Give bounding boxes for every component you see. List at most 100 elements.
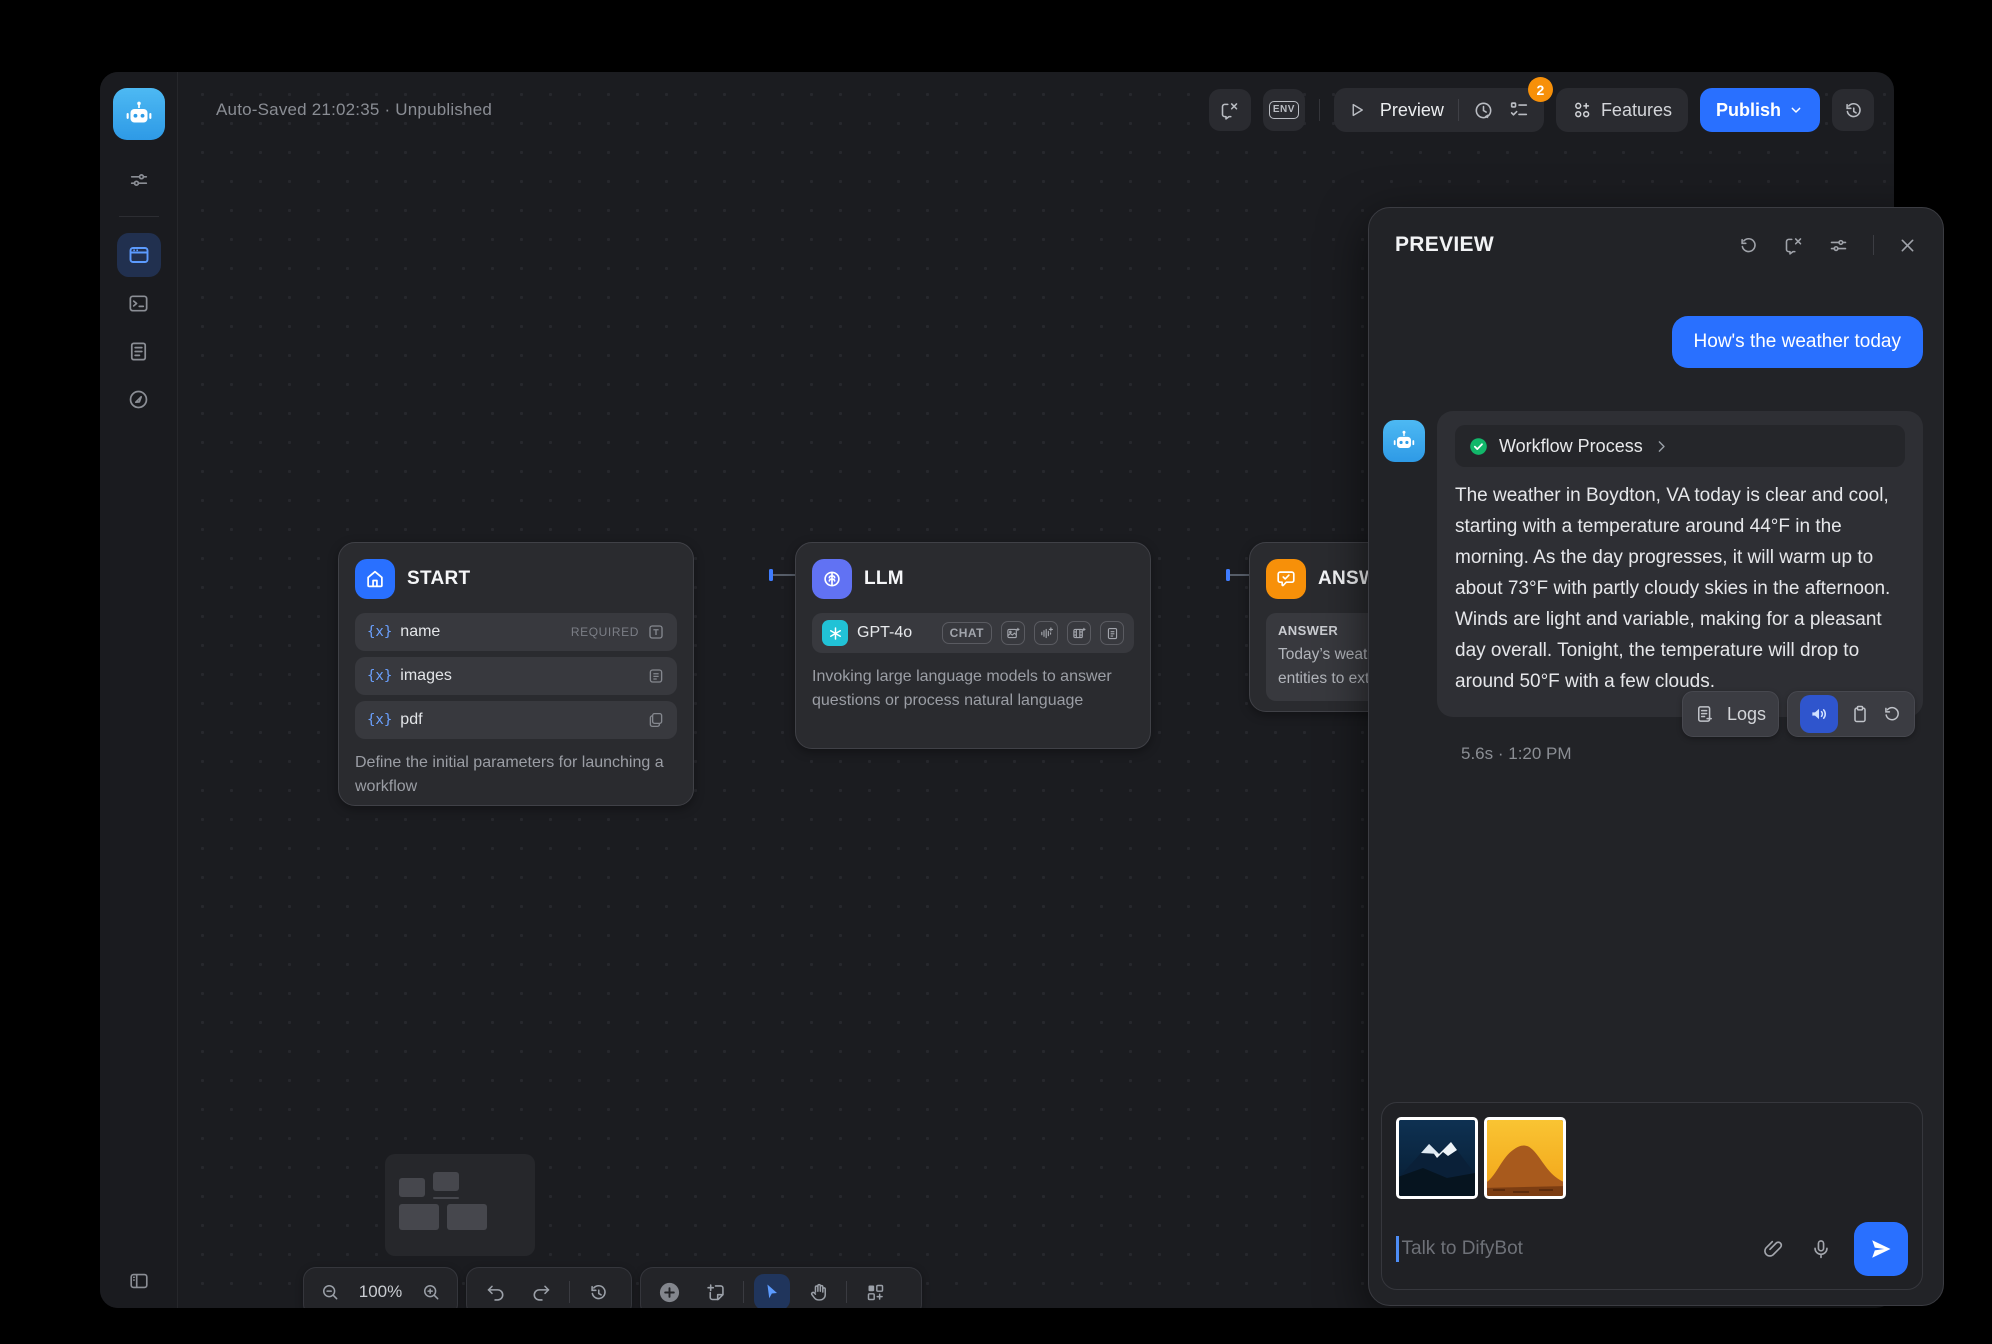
features-button[interactable]: Features — [1556, 88, 1688, 132]
clear-chat-icon[interactable] — [1783, 235, 1804, 256]
file-list-icon — [647, 667, 665, 685]
checklist-icon[interactable] — [1508, 99, 1530, 121]
zoom-in-button[interactable] — [415, 1274, 448, 1308]
start-var-name[interactable]: {x} name REQUIRED — [355, 613, 677, 651]
pointer-mode-button[interactable] — [754, 1274, 790, 1308]
history-toolbar — [466, 1267, 632, 1308]
chat-input-box[interactable]: Talk to DifyBot — [1381, 1102, 1923, 1290]
logs-button[interactable]: Logs — [1682, 691, 1779, 737]
checklist-count-badge: 2 — [1528, 77, 1553, 102]
bot-message-text: The weather in Boydton, VA today is clea… — [1455, 480, 1905, 697]
user-message-bubble: How's the weather today — [1672, 316, 1923, 368]
redo-button[interactable] — [523, 1274, 559, 1308]
orchestrate-settings-icon[interactable] — [117, 158, 161, 202]
model-selector[interactable]: GPT-4o CHAT — [812, 613, 1134, 653]
chat-input-row: Talk to DifyBot — [1396, 1221, 1908, 1277]
edit-toolbar — [640, 1267, 922, 1308]
video-capability-icon — [1067, 621, 1091, 645]
document-capability-icon — [1100, 621, 1124, 645]
variable-token: {x} — [367, 712, 392, 728]
app-logo-bot-avatar[interactable] — [113, 88, 165, 140]
environment-variables-button[interactable]: ENV — [1263, 89, 1305, 131]
attachment-mountain-sunset[interactable] — [1484, 1117, 1566, 1199]
conversation-settings-icon[interactable] — [1828, 235, 1849, 256]
chat-mode-badge: CHAT — [942, 622, 992, 644]
chevron-right-icon — [1653, 438, 1670, 455]
model-name: GPT-4o — [857, 624, 912, 642]
add-note-button[interactable] — [697, 1274, 733, 1308]
attach-file-icon[interactable] — [1762, 1238, 1784, 1260]
answer-bubble-icon — [1266, 559, 1306, 599]
success-check-icon — [1468, 436, 1489, 457]
text-field-icon — [647, 623, 665, 641]
undo-button[interactable] — [477, 1274, 513, 1308]
variable-token: {x} — [367, 624, 392, 640]
node-start-description: Define the initial parameters for launch… — [355, 751, 677, 799]
bot-avatar — [1383, 420, 1425, 462]
sidebar-item-monitoring[interactable] — [117, 377, 161, 421]
chevron-down-icon — [1788, 102, 1804, 118]
zoom-toolbar: 100% — [303, 1267, 458, 1308]
chat-input-placeholder[interactable]: Talk to DifyBot — [1402, 1238, 1523, 1260]
start-var-pdf[interactable]: {x} pdf — [355, 701, 677, 739]
publish-button[interactable]: Publish — [1700, 88, 1820, 132]
message-meta: 5.6s · 1:20 PM — [1461, 744, 1572, 764]
zoom-out-button[interactable] — [314, 1274, 347, 1308]
env-icon: ENV — [1269, 101, 1299, 119]
microphone-icon[interactable] — [1810, 1238, 1832, 1260]
speaker-button[interactable] — [1800, 695, 1838, 733]
send-button[interactable] — [1854, 1222, 1908, 1276]
attachment-mountain-night[interactable] — [1396, 1117, 1478, 1199]
node-llm-title: LLM — [864, 568, 904, 590]
preview-title: PREVIEW — [1395, 233, 1494, 257]
canvas-minimap[interactable] — [385, 1154, 535, 1256]
node-llm-description: Invoking large language models to answer… — [812, 665, 1134, 713]
node-llm[interactable]: LLM GPT-4o CHAT Invoking large language … — [795, 542, 1151, 749]
hand-mode-button[interactable] — [800, 1274, 836, 1308]
editor-topbar: Auto-Saved 21:02:35 · Unpublished ENV Pr… — [178, 72, 1894, 148]
publish-status: Unpublished — [395, 100, 492, 119]
preview-run-button[interactable]: Preview — [1380, 100, 1444, 121]
node-start[interactable]: START {x} name REQUIRED {x} images {x} p… — [338, 542, 694, 806]
message-action-bar: Logs — [1682, 691, 1915, 737]
bot-message-card: Workflow Process The weather in Boydton,… — [1437, 411, 1923, 717]
openai-icon — [822, 620, 848, 646]
copy-button[interactable] — [1850, 704, 1870, 724]
play-icon[interactable] — [1348, 101, 1366, 119]
features-icon — [1572, 100, 1592, 120]
vision-capability-icon — [1001, 621, 1025, 645]
sidebar-item-logs[interactable] — [117, 329, 161, 373]
workflow-process-chip[interactable]: Workflow Process — [1455, 425, 1905, 467]
start-var-images[interactable]: {x} images — [355, 657, 677, 695]
collapse-sidebar-icon[interactable] — [128, 1270, 150, 1292]
zoom-level[interactable]: 100% — [357, 1282, 405, 1302]
version-history-button[interactable] — [1832, 89, 1874, 131]
regenerate-button[interactable] — [1882, 704, 1902, 724]
brain-icon — [812, 559, 852, 599]
bot-message-row: Workflow Process The weather in Boydton,… — [1383, 411, 1923, 717]
node-start-title: START — [407, 568, 470, 590]
attachment-thumbnails — [1396, 1117, 1908, 1199]
sidebar-item-orchestrate[interactable] — [117, 233, 161, 277]
run-history-icon[interactable] — [1473, 100, 1494, 121]
files-icon — [647, 711, 665, 729]
topbar-divider — [1319, 99, 1320, 121]
run-button-group: Preview 2 — [1334, 88, 1544, 132]
close-panel-icon[interactable] — [1898, 236, 1917, 255]
preview-panel-header: PREVIEW — [1369, 208, 1943, 282]
logs-icon — [1695, 704, 1715, 724]
change-history-button[interactable] — [580, 1274, 616, 1308]
sidebar-item-api[interactable] — [117, 281, 161, 325]
variable-inspector-button[interactable] — [1209, 89, 1251, 131]
autosave-status: Auto-Saved 21:02:35 · Unpublished — [216, 100, 492, 120]
sidebar-divider — [119, 216, 159, 217]
left-sidebar — [100, 72, 178, 1308]
message-tools-group — [1787, 691, 1915, 737]
restart-conversation-icon[interactable] — [1738, 235, 1759, 256]
required-tag: REQUIRED — [571, 625, 639, 639]
audio-capability-icon — [1034, 621, 1058, 645]
auto-layout-button[interactable] — [857, 1274, 893, 1308]
add-node-button[interactable] — [651, 1274, 687, 1308]
preview-panel: PREVIEW How's the weather today Workflow… — [1368, 207, 1944, 1306]
text-cursor — [1396, 1236, 1399, 1262]
